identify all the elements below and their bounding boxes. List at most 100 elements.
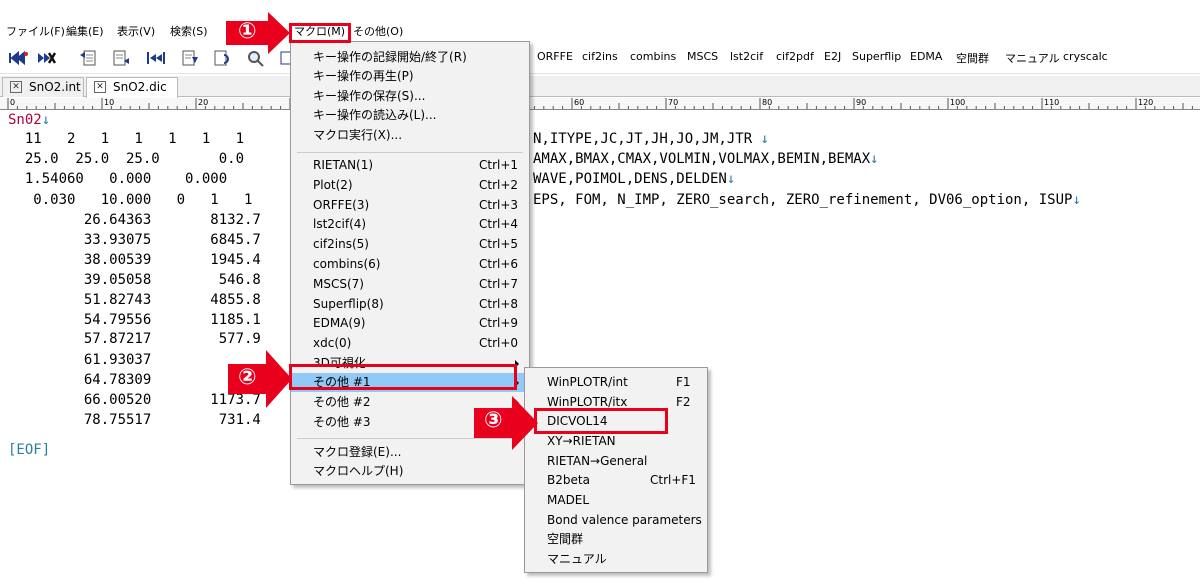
editor-line: Sn02↓ (8, 110, 50, 130)
menu-item-superflip[interactable]: Superflip(8) Ctrl+8 (291, 295, 529, 314)
ruler-label-80: 80 (762, 98, 773, 107)
jump-marker-icon[interactable] (36, 49, 56, 67)
item-label: マニュアル (547, 552, 607, 566)
item-label: Bond valence parameters (547, 513, 702, 527)
tab-close-icon[interactable]: ✕ (94, 81, 106, 93)
callout-step-2: ② (226, 350, 292, 408)
submenu-item-madel[interactable]: MADEL (525, 491, 707, 510)
item-label: キー操作の記録開始/終了(R) (313, 50, 467, 64)
submenu-item-manual[interactable]: マニュアル (525, 550, 707, 569)
item-shortcut: Ctrl+6 (479, 257, 519, 271)
menu-item-key-load[interactable]: キー操作の読込み(L)... (291, 106, 529, 125)
callout-step-3: ③ (472, 396, 538, 450)
toolbar: ORFFE cif2ins combins MSCS lst2cif cif2p… (0, 43, 1200, 74)
menu-item-macro-help[interactable]: マクロヘルプ(H) (291, 462, 529, 481)
submenu-item-space-group[interactable]: 空間群 (525, 530, 707, 549)
submenu-item-winplotr-int[interactable]: WinPLOTR/int F1 (525, 373, 707, 392)
tab-bar: ✕ SnO2.int ✕ SnO2.dic * (0, 76, 1200, 112)
item-label: マクロ実行(X)... (313, 128, 403, 142)
menu-item-cif2ins[interactable]: cif2ins(5) Ctrl+5 (291, 235, 529, 254)
item-label: xdc(0) (313, 336, 352, 350)
menu-other[interactable]: その他(O) (353, 22, 403, 42)
menu-item-lst2cif[interactable]: lst2cif(4) Ctrl+4 (291, 215, 529, 234)
submenu-item-rietan-general[interactable]: RIETAN→General (525, 452, 707, 471)
editor-line: 57.87217 577.9 (8, 329, 261, 349)
item-label: キー操作の保存(S)... (313, 89, 426, 103)
menu-item-combins[interactable]: combins(6) Ctrl+6 (291, 255, 529, 274)
menu-item-mscs[interactable]: MSCS(7) Ctrl+7 (291, 275, 529, 294)
item-label: MSCS(7) (313, 277, 364, 291)
menu-search[interactable]: 検索(S) (170, 22, 208, 42)
toolbar-superflip[interactable]: Superflip (852, 50, 901, 63)
editor-line: 11 2 1 1 1 1 1 (8, 129, 244, 149)
return-mark: ↓ (752, 131, 770, 147)
line-text: 54.79556 1185.1 (8, 312, 261, 328)
comment-text: WAVE,POIMOL,DENS,DELDEN (533, 171, 727, 187)
menu-item-xdc[interactable]: xdc(0) Ctrl+0 (291, 334, 529, 353)
eof-marker: [EOF] (8, 442, 51, 458)
ruler-label-0: 0 (10, 98, 16, 107)
editor-line: 54.79556 1185.1 (8, 310, 261, 330)
submenu-item-b2beta[interactable]: B2beta Ctrl+F1 (525, 471, 707, 490)
item-shortcut: Ctrl+1 (479, 158, 519, 172)
editor-line: 1.54060 0.000 0.000 (8, 169, 227, 189)
item-label: その他 #3 (313, 415, 371, 429)
down-doc-icon[interactable] (180, 49, 200, 67)
callout-number: ① (238, 19, 257, 44)
highlight-other1-item (289, 364, 517, 390)
jump-first-icon[interactable] (8, 49, 28, 67)
line-jump-icon[interactable] (146, 49, 166, 67)
toolbar-cryscalc[interactable]: cryscalc (1063, 50, 1108, 63)
toolbar-cif2ins[interactable]: cif2ins (582, 50, 618, 63)
editor-comment: AMAX,BMAX,CMAX,VOLMIN,VOLMAX,BEMIN,BEMAX… (533, 149, 879, 169)
menu-item-rietan[interactable]: RIETAN(1) Ctrl+1 (291, 156, 529, 175)
menu-separator (297, 152, 523, 153)
menu-item-orffe[interactable]: ORFFE(3) Ctrl+3 (291, 196, 529, 215)
line-text: 51.82743 4855.8 (8, 292, 261, 308)
editor-line: 38.00539 1945.4 (8, 250, 261, 270)
menu-item-key-save[interactable]: キー操作の保存(S)... (291, 87, 529, 106)
toolbar-cif2pdf[interactable]: cif2pdf (776, 50, 814, 63)
editor-line: 39.05058 546.8 (8, 270, 261, 290)
line-text: 61.93037 (8, 352, 152, 368)
editor-line: 61.93037 (8, 350, 151, 370)
line-text: 26.64363 8132.7 (8, 212, 261, 228)
tab-sno2-dic[interactable]: ✕ SnO2.dic * (86, 77, 178, 112)
ruler-label-60: 60 (574, 98, 585, 107)
menu-item-key-play[interactable]: キー操作の再生(P) (291, 67, 529, 86)
line-text: 11 2 1 1 1 1 1 (8, 131, 245, 147)
menu-item-key-record[interactable]: キー操作の記録開始/終了(R) (291, 48, 529, 67)
line-text: Sn02 (8, 112, 42, 128)
item-label: RIETAN→General (547, 454, 648, 468)
item-label: combins(6) (313, 257, 381, 271)
item-shortcut: Ctrl+3 (479, 198, 519, 212)
file-bottom-icon[interactable] (110, 49, 130, 67)
line-text: 66.00520 1173.7 (8, 392, 261, 408)
submenu-item-bond-valence[interactable]: Bond valence parameters (525, 511, 707, 530)
file-top-icon[interactable] (78, 49, 98, 67)
ruler-label-110: 110 (1044, 98, 1060, 107)
menu-item-plot[interactable]: Plot(2) Ctrl+2 (291, 176, 529, 195)
item-label: マクロ登録(E)... (313, 445, 402, 459)
line-text: 33.93075 6845.7 (8, 232, 261, 248)
tab-sno2-int[interactable]: ✕ SnO2.int (2, 77, 84, 97)
line-text: 39.05058 546.8 (8, 272, 261, 288)
toolbar-space-group[interactable]: 空間群 (956, 50, 989, 66)
toolbar-edma[interactable]: EDMA (910, 50, 942, 63)
toolbar-e2j[interactable]: E2J (824, 50, 841, 63)
menu-edit[interactable]: 編集(E) (66, 22, 104, 42)
menu-item-macro-run[interactable]: マクロ実行(X)... (291, 126, 529, 145)
toolbar-combins[interactable]: combins (630, 50, 676, 63)
menu-item-edma[interactable]: EDMA(9) Ctrl+9 (291, 314, 529, 333)
toolbar-mscs[interactable]: MSCS (687, 50, 718, 63)
tab-close-icon[interactable]: ✕ (10, 81, 22, 93)
toolbar-manual[interactable]: マニュアル (1005, 50, 1060, 66)
toolbar-lst2cif[interactable]: lst2cif (730, 50, 763, 63)
menu-view[interactable]: 表示(V) (117, 22, 155, 42)
toolbar-orffe[interactable]: ORFFE (537, 50, 573, 63)
submenu-item-xy-rietan[interactable]: XY→RIETAN (525, 432, 707, 451)
menu-file[interactable]: ファイル(F) (6, 22, 65, 42)
editor-comment: EPS, FOM, N_IMP, ZERO_search, ZERO_refin… (533, 190, 1081, 210)
ruler-ticks (7, 98, 1193, 109)
editor-line: 78.75517 731.4 (8, 410, 261, 430)
